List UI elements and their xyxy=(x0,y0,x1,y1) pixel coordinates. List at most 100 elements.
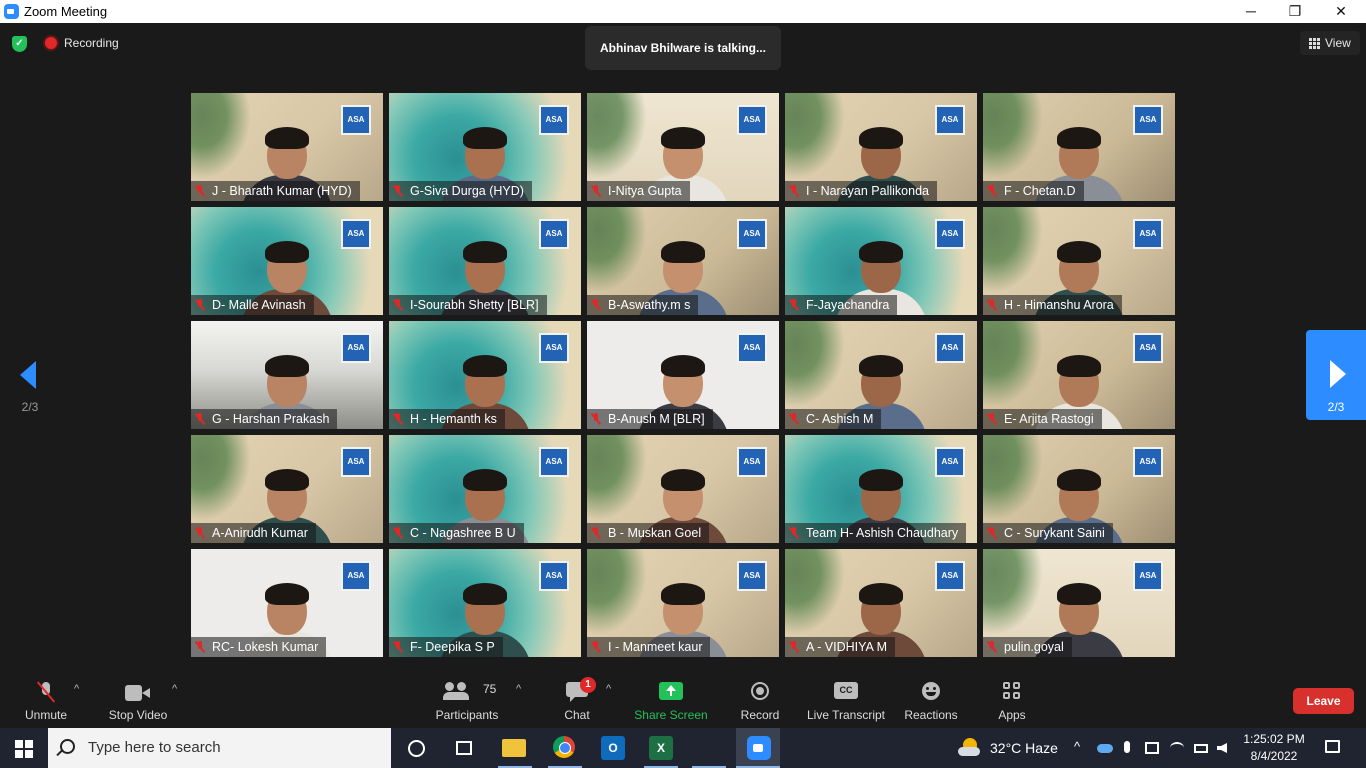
apps-icon xyxy=(1003,682,1021,700)
video-tile[interactable]: ASA B - Muskan Goel xyxy=(587,435,779,543)
unmute-button[interactable]: Unmute xyxy=(10,673,82,728)
video-tile[interactable]: ASA A - VIDHIYA M xyxy=(785,549,977,657)
participant-name: I-Nitya Gupta xyxy=(608,184,682,198)
chat-button[interactable]: 1 Chat xyxy=(552,673,602,728)
task-view-icon[interactable] xyxy=(456,741,472,755)
video-tile[interactable]: ASA H - Hemanth ks xyxy=(389,321,581,429)
video-options-caret[interactable]: ^ xyxy=(172,683,177,695)
encryption-shield-icon[interactable]: ✓ xyxy=(12,36,27,52)
video-tile[interactable]: ASA I-Nitya Gupta xyxy=(587,93,779,201)
video-tile[interactable]: ASA F - Chetan.D xyxy=(983,93,1175,201)
maximize-button[interactable]: ❐ xyxy=(1272,0,1318,23)
view-button[interactable]: View xyxy=(1300,31,1360,55)
participant-name-tag: B - Muskan Goel xyxy=(587,523,710,543)
asa-logo: ASA xyxy=(341,219,371,249)
video-tile[interactable]: ASA D- Malle Avinash xyxy=(191,207,383,315)
next-page-button[interactable]: 2/3 xyxy=(1306,330,1366,420)
cortana-icon[interactable] xyxy=(408,740,425,757)
device-tray-icon[interactable] xyxy=(1145,742,1159,754)
video-tile[interactable]: ASA A-Anirudh Kumar xyxy=(191,435,383,543)
audio-options-caret[interactable]: ^ xyxy=(74,683,79,695)
battery-icon[interactable] xyxy=(1194,744,1208,753)
meeting-area: ✓ Recording Abhinav Bhilware is talking.… xyxy=(0,23,1366,673)
video-tile[interactable]: ASA J - Bharath Kumar (HYD) xyxy=(191,93,383,201)
previous-page-button[interactable]: 2/3 xyxy=(0,330,60,420)
video-grid: ASA J - Bharath Kumar (HYD) ASA G-Siva Durg… xyxy=(191,93,1175,657)
chat-label: Chat xyxy=(564,708,590,722)
share-screen-button[interactable]: Share Screen xyxy=(630,673,712,728)
video-tile[interactable]: ASA F-Jayachandra xyxy=(785,207,977,315)
mic-muted-icon xyxy=(987,641,997,653)
title-bar: Zoom Meeting ─ ❐ ✕ xyxy=(0,0,1366,23)
mic-muted-icon xyxy=(591,641,601,653)
participant-name: E- Arjita Rastogi xyxy=(1004,412,1094,426)
mic-muted-icon xyxy=(195,527,205,539)
video-tile[interactable]: ASA F- Deepika S P xyxy=(389,549,581,657)
weather-text[interactable]: 32°C Haze xyxy=(990,740,1058,756)
windows-start-icon[interactable] xyxy=(15,740,33,758)
file-explorer-icon[interactable] xyxy=(502,739,526,757)
close-button[interactable]: ✕ xyxy=(1318,0,1364,23)
volume-icon[interactable] xyxy=(1217,743,1227,753)
stop-video-button[interactable]: Stop Video xyxy=(100,673,176,728)
asa-logo: ASA xyxy=(737,333,767,363)
video-tile[interactable]: ASA I - Manmeet kaur xyxy=(587,549,779,657)
chat-options-caret[interactable]: ^ xyxy=(606,683,611,695)
asa-logo: ASA xyxy=(737,219,767,249)
participant-name: RC- Lokesh Kumar xyxy=(212,640,319,654)
video-tile[interactable]: ASA C - Nagashree B U xyxy=(389,435,581,543)
video-tile[interactable]: ASA G - Harshan Prakash xyxy=(191,321,383,429)
participant-name-tag: Team H- Ashish Chaudhary xyxy=(785,523,967,543)
participant-name: A-Anirudh Kumar xyxy=(212,526,308,540)
microphone-tray-icon[interactable] xyxy=(1124,741,1130,753)
video-tile[interactable]: ASA G-Siva Durga (HYD) xyxy=(389,93,581,201)
mic-muted-icon xyxy=(393,413,403,425)
outlook-icon[interactable]: O xyxy=(601,736,625,760)
participant-name: B-Aswathy.m s xyxy=(608,298,691,312)
participant-name-tag: B-Anush M [BLR] xyxy=(587,409,713,429)
mic-muted-icon xyxy=(195,299,205,311)
chrome-icon[interactable] xyxy=(553,736,575,758)
weather-haze-icon[interactable] xyxy=(958,738,980,758)
participant-name: F - Chetan.D xyxy=(1004,184,1076,198)
mic-muted-icon xyxy=(789,299,799,311)
live-transcript-button[interactable]: CC Live Transcript xyxy=(802,673,890,728)
mic-muted-icon xyxy=(789,641,799,653)
minimize-button[interactable]: ─ xyxy=(1228,0,1274,23)
video-tile[interactable]: ASA E- Arjita Rastogi xyxy=(983,321,1175,429)
reactions-label: Reactions xyxy=(904,708,958,722)
video-tile[interactable]: ASA C - Surykant Saini xyxy=(983,435,1175,543)
mic-muted-icon xyxy=(591,185,601,197)
video-tile[interactable]: ASA B-Aswathy.m s xyxy=(587,207,779,315)
wifi-icon[interactable] xyxy=(1170,742,1184,754)
apps-button[interactable]: Apps xyxy=(988,673,1036,728)
participants-button[interactable]: 75 Participants xyxy=(430,673,504,728)
participant-name: C - Nagashree B U xyxy=(410,526,516,540)
excel-icon[interactable]: X xyxy=(649,736,673,760)
taskbar-search-box[interactable]: Type here to search xyxy=(48,728,391,768)
participant-name: J - Bharath Kumar (HYD) xyxy=(212,184,352,198)
zoom-taskbar-icon[interactable] xyxy=(747,736,771,760)
taskbar-clock[interactable]: 1:25:02 PM 8/4/2022 xyxy=(1234,731,1314,765)
video-tile[interactable]: ASA pulin.goyal xyxy=(983,549,1175,657)
video-tile[interactable]: ASA Team H- Ashish Chaudhary xyxy=(785,435,977,543)
participants-options-caret[interactable]: ^ xyxy=(516,683,521,695)
mic-muted-icon xyxy=(393,641,403,653)
show-hidden-icons-chevron[interactable]: ^ xyxy=(1074,739,1080,754)
asa-logo: ASA xyxy=(341,447,371,477)
video-tile[interactable]: ASA I-Sourabh Shetty [BLR] xyxy=(389,207,581,315)
leave-button[interactable]: Leave xyxy=(1293,688,1354,714)
notification-center-icon[interactable] xyxy=(1325,740,1340,753)
reactions-button[interactable]: Reactions xyxy=(900,673,962,728)
search-icon xyxy=(60,739,75,754)
video-tile[interactable]: ASA RC- Lokesh Kumar xyxy=(191,549,383,657)
participant-name: F-Jayachandra xyxy=(806,298,890,312)
video-tile[interactable]: ASA H - Himanshu Arora xyxy=(983,207,1175,315)
video-tile[interactable]: ASA C- Ashish M xyxy=(785,321,977,429)
video-tile[interactable]: ASA I - Narayan Pallikonda xyxy=(785,93,977,201)
record-button[interactable]: Record xyxy=(734,673,786,728)
onedrive-icon[interactable] xyxy=(1097,744,1113,753)
video-tile[interactable]: ASA B-Anush M [BLR] xyxy=(587,321,779,429)
recording-label[interactable]: Recording xyxy=(64,36,119,50)
windows-taskbar: Type here to search O X 32°C Haze ^ 1:25… xyxy=(0,728,1366,768)
